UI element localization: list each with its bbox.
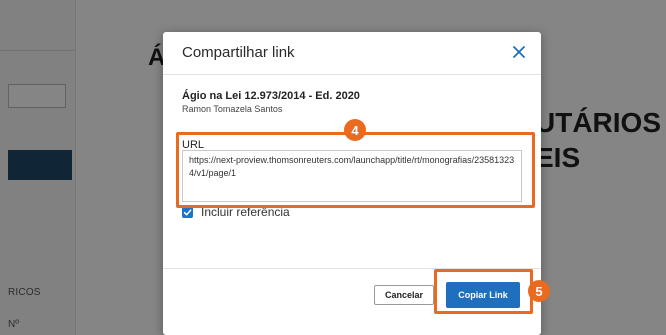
dialog-header: Compartilhar link bbox=[163, 32, 541, 75]
dialog-title: Compartilhar link bbox=[182, 44, 295, 61]
step-badge-5: 5 bbox=[528, 280, 550, 302]
document-author: Ramon Tomazela Santos bbox=[182, 104, 283, 114]
copy-button-highlight-frame bbox=[434, 269, 533, 314]
close-button[interactable] bbox=[509, 42, 529, 62]
step-badge-4: 4 bbox=[344, 119, 366, 141]
url-highlight-frame bbox=[176, 132, 535, 208]
close-icon bbox=[513, 46, 525, 58]
document-title: Ágio na Lei 12.973/2014 - Ed. 2020 bbox=[182, 90, 360, 102]
include-reference-checkbox[interactable] bbox=[182, 207, 193, 218]
cancel-button[interactable]: Cancelar bbox=[374, 285, 434, 305]
checkmark-icon bbox=[183, 209, 192, 216]
